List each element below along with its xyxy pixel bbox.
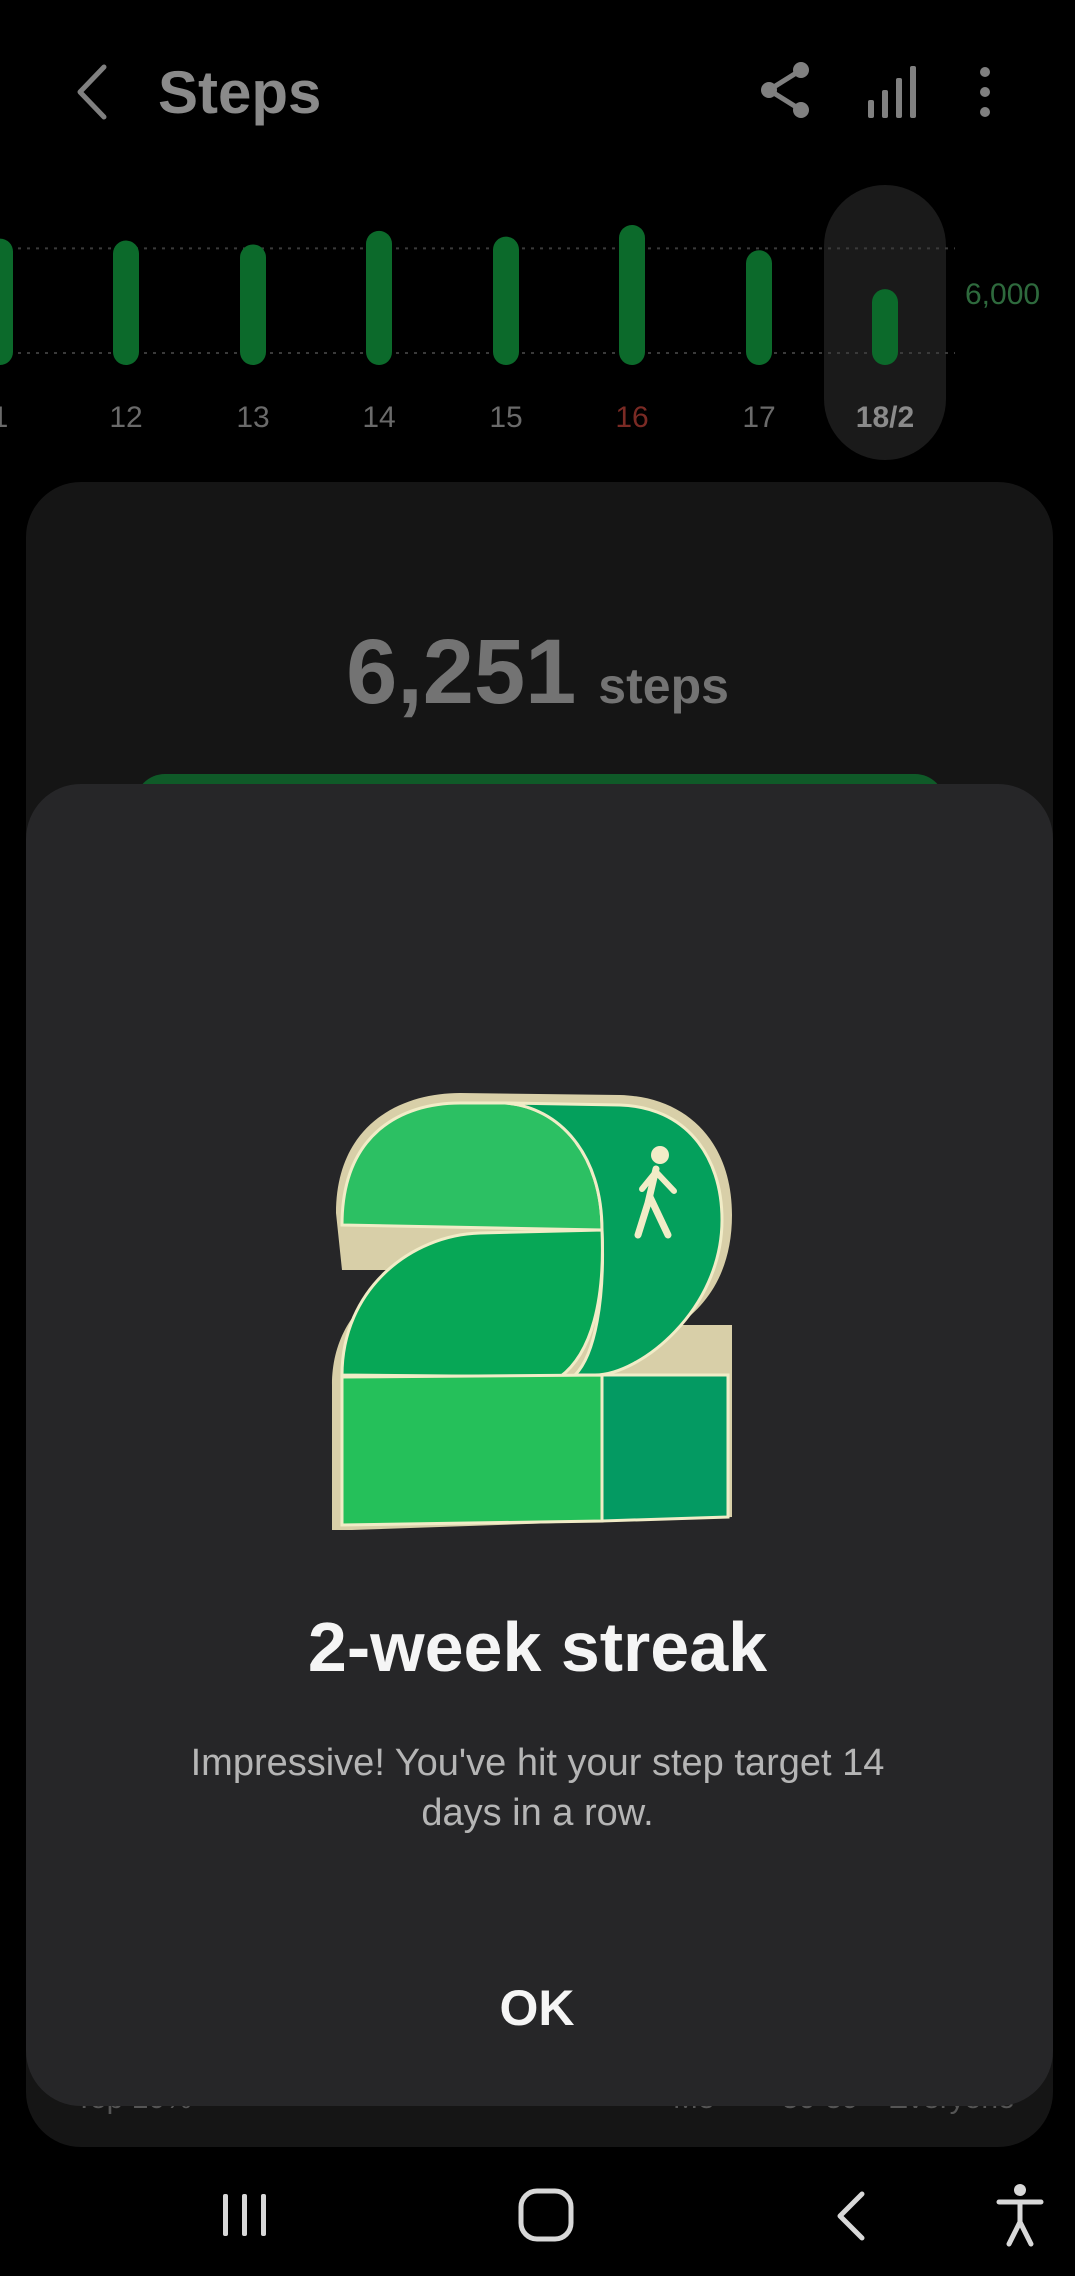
day-label-18/2: 18/2 [856,401,914,434]
bar-chart-icon [868,66,916,118]
goal-line-label: 6,000 [965,278,1041,311]
accessibility-icon [996,2184,1044,2247]
day-label-15: 15 [489,401,522,434]
chevron-left-icon [77,64,107,120]
dialog-title: 2-week streak [307,1608,768,1686]
steps-bar-18/2[interactable] [872,289,898,365]
steps-bar-13[interactable] [240,244,266,365]
steps-bar-16[interactable] [619,225,645,365]
recent-apps-icon [223,2194,266,2236]
day-label-13: 13 [236,401,269,434]
system-back-button[interactable] [828,2186,878,2246]
steps-bar-1[interactable] [0,238,13,365]
trends-button[interactable] [862,62,922,122]
ok-button[interactable]: OK [437,1958,637,2058]
home-button[interactable] [515,2183,577,2247]
steps-bar-12[interactable] [113,240,139,365]
day-label-17: 17 [742,401,775,434]
steps-bar-15[interactable] [493,236,519,365]
steps-chart-svg: 1 12 13 14 15 16 17 18/2 [0,185,955,460]
day-label-14: 14 [362,401,395,434]
recent-apps-button[interactable] [215,2188,275,2242]
dialog-message: Impressive! You've hit your step target … [190,1742,885,1834]
day-label-1: 1 [0,401,8,434]
share-icon [761,62,809,118]
back-button[interactable] [62,55,122,130]
steps-bar-17[interactable] [746,250,772,365]
day-label-12: 12 [109,401,142,434]
share-button[interactable] [757,58,815,122]
steps-bar-14[interactable] [366,230,392,365]
back-icon [837,2191,865,2241]
more-options-button[interactable] [965,62,1005,126]
steps-daily-chart[interactable]: 1 12 13 14 15 16 17 18/2 6,000 [0,160,1075,480]
top-app-bar: Steps [0,0,1075,180]
steps-total: 6,251 steps [0,620,1075,725]
two-week-streak-badge-icon [332,1093,732,1530]
page-title: Steps [158,59,322,126]
system-navigation-bar [0,2148,1075,2276]
steps-value: 6,251 [346,621,577,723]
home-icon [518,2188,574,2242]
steps-unit: steps [598,658,729,714]
accessibility-button[interactable] [995,2182,1045,2248]
more-vertical-icon [980,67,990,117]
day-label-16: 16 [615,401,648,434]
